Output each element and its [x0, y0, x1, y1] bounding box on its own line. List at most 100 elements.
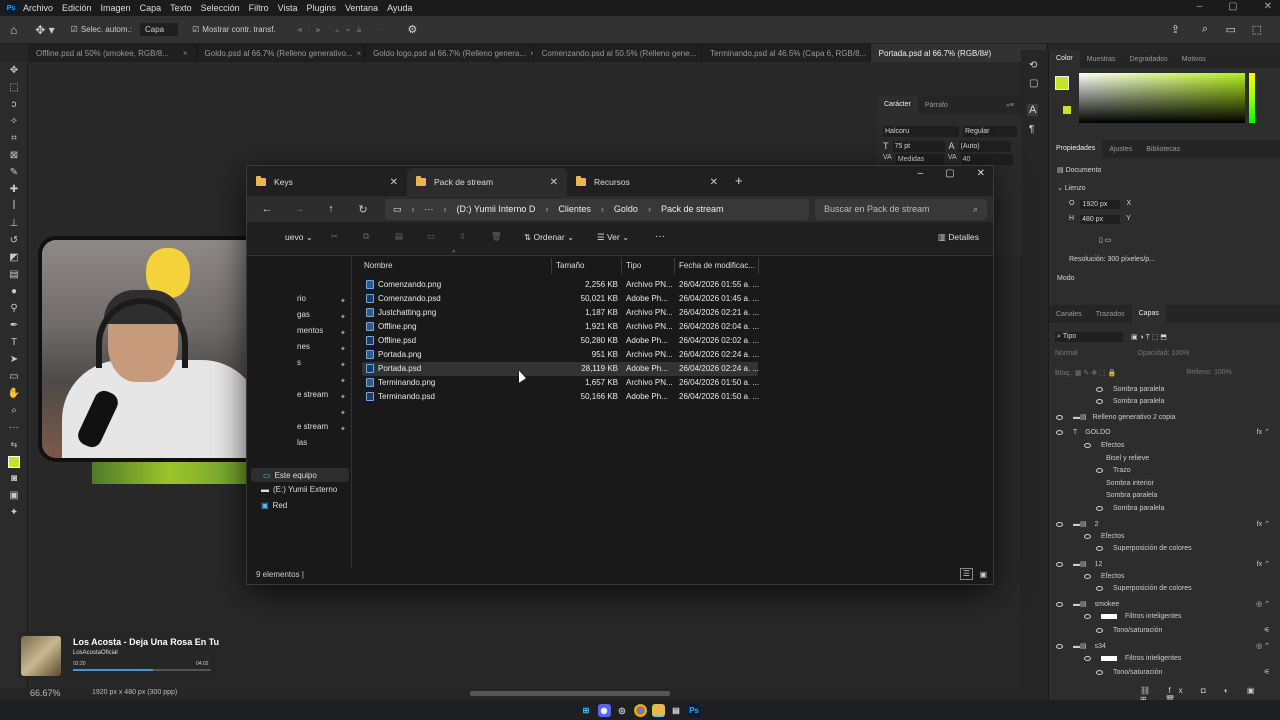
tab-adjustments[interactable]: Ajustes — [1102, 146, 1139, 153]
zoom-tool-icon[interactable]: ⌕ — [0, 402, 28, 419]
minimize-icon[interactable]: – — [1197, 1, 1203, 12]
shape-tool-icon[interactable]: ▭ — [0, 368, 28, 385]
column-header-name[interactable]: Nombre — [360, 258, 552, 274]
font-size-field[interactable]: 75 pt — [892, 141, 945, 152]
layer-effect-row[interactable]: Efectos — [1084, 533, 1124, 540]
tracking-field[interactable]: 40 — [960, 154, 1013, 165]
align-icons[interactable]: ⫷⫶⫸ ⫠⫟⫡ ⋯ — [298, 25, 390, 35]
nav-item[interactable]: mentos — [297, 326, 323, 335]
fill-field[interactable]: 100% — [1214, 369, 1232, 376]
eye-icon[interactable] — [1096, 387, 1103, 392]
more-icon[interactable]: ··· — [425, 204, 434, 214]
breadcrumb-item[interactable]: Goldo — [614, 204, 638, 214]
view-button[interactable]: ☰ Ver ⌄ — [597, 232, 629, 243]
explorer-tab-active[interactable]: Pack de stream ✕ — [407, 168, 567, 196]
layer-effect-row[interactable]: Sombra paralela — [1096, 398, 1164, 405]
path-select-icon[interactable]: ➤ — [0, 351, 28, 368]
eye-icon[interactable] — [1084, 443, 1091, 448]
close-icon[interactable]: × — [179, 49, 188, 58]
layer-select[interactable]: Capa — [139, 23, 179, 36]
tab-libraries[interactable]: Bibliotecas — [1139, 146, 1187, 153]
layer-effect-row[interactable]: Tono/saturación ⚟ — [1096, 626, 1270, 634]
filter-icons[interactable]: ▣ ◑ T ⬚ ⬒ — [1131, 333, 1167, 341]
details-view-icon[interactable]: ☰ — [959, 568, 973, 580]
eye-icon[interactable] — [1084, 534, 1091, 539]
layer-row[interactable]: ▬▤ Relleno generativo 2 copia — [1056, 413, 1176, 421]
stamp-tool-icon[interactable]: ⊥ — [0, 215, 28, 232]
close-icon[interactable]: × — [526, 49, 533, 58]
more-options-button[interactable]: ··· — [655, 231, 665, 242]
minimize-icon[interactable]: – — [918, 168, 924, 179]
tab-paths[interactable]: Trazados — [1089, 311, 1132, 318]
breadcrumb-item[interactable]: (D:) Yumii Interno D — [457, 204, 536, 214]
cut-icon[interactable]: ✂ — [331, 231, 338, 242]
refresh-icon[interactable]: ↻ — [347, 203, 379, 216]
width-field[interactable]: 1920 px — [1080, 200, 1121, 209]
tab-paragraph[interactable]: Párrafo — [918, 102, 955, 109]
layer-effect-row[interactable]: Sombra paralela — [1106, 492, 1157, 499]
chrome-icon[interactable] — [633, 703, 647, 717]
menu-filtro[interactable]: Filtro — [249, 3, 269, 13]
hand-tool-icon[interactable]: ✋ — [0, 385, 28, 402]
lasso-tool-icon[interactable]: ↄ — [0, 96, 28, 113]
layer-effect-row[interactable]: Sombra interior — [1106, 480, 1154, 487]
leading-field[interactable]: (Auto) — [958, 141, 1011, 152]
horizontal-scrollbar[interactable] — [470, 691, 670, 696]
doc-tab[interactable]: Offline.psd al 50% (smokee, RGB/8... × — [28, 44, 197, 62]
forward-icon[interactable]: → — [283, 203, 315, 215]
font-family-select[interactable]: Halcoru — [883, 126, 959, 137]
layer-row[interactable]: ▬▤ 2 fx ⌃ — [1056, 520, 1270, 528]
generative-icon[interactable]: ✦ — [0, 504, 28, 521]
nav-item[interactable]: e stream — [297, 390, 328, 399]
layer-effect-row[interactable]: Superposición de colores — [1096, 585, 1192, 592]
kerning-field[interactable]: Medidas — [895, 154, 944, 165]
tab-gradients[interactable]: Degradados — [1123, 56, 1175, 63]
tab-layers[interactable]: Capas — [1131, 305, 1166, 323]
layer-effect-row[interactable]: Superposición de colores — [1096, 545, 1192, 552]
menu-texto[interactable]: Texto — [170, 3, 192, 13]
up-icon[interactable]: ↑ — [315, 203, 347, 215]
windows-start-icon[interactable]: ⊞ — [580, 704, 593, 717]
share-icon[interactable]: ⇪ — [1171, 23, 1180, 36]
close-icon[interactable]: ✕ — [1264, 1, 1272, 12]
blend-mode-select[interactable]: Normal — [1055, 350, 1078, 357]
tab-swatches[interactable]: Muestras — [1080, 56, 1123, 63]
layer-row[interactable]: ▬▤ 12 fx ⌃ — [1056, 560, 1270, 568]
menu-seleccion[interactable]: Selección — [201, 3, 240, 13]
menu-archivo[interactable]: Archivo — [23, 3, 53, 13]
layer-row[interactable]: ▬▤ smokee ◎ ⌃ — [1056, 600, 1270, 608]
fg-color-swatch[interactable] — [1055, 76, 1069, 90]
paste-icon[interactable]: ▤ — [395, 231, 403, 242]
swap-colors-icon[interactable]: ⇆ — [0, 436, 28, 453]
layer-row[interactable]: T GOLDO fx ⌃ — [1056, 428, 1270, 436]
tab-color[interactable]: Color — [1049, 50, 1080, 68]
eye-icon[interactable] — [1096, 468, 1103, 473]
nav-item[interactable]: s — [297, 358, 301, 367]
menu-vista[interactable]: Vista — [278, 3, 298, 13]
eraser-tool-icon[interactable]: ◩ — [0, 249, 28, 266]
layer-row[interactable]: ▬▤ s34 ◎ ⌃ — [1056, 642, 1270, 650]
nav-item-drive-e[interactable]: ▬ (E:) Yumii Externo — [261, 485, 337, 494]
workspace-icon[interactable]: ▭ — [1226, 23, 1236, 36]
file-row[interactable]: Terminando.png 1,657 KB Archivo PN... 26/04… — [362, 376, 759, 390]
dodge-tool-icon[interactable]: ⚲ — [0, 300, 28, 317]
delete-icon[interactable]: 🗑 — [491, 231, 502, 242]
photoshop-logo-icon[interactable]: Ps — [5, 2, 17, 14]
close-icon[interactable]: ✕ — [710, 177, 718, 188]
eye-icon[interactable] — [1096, 546, 1103, 551]
eye-icon[interactable] — [1096, 399, 1103, 404]
maximize-icon[interactable]: ▢ — [945, 168, 954, 179]
tab-channels[interactable]: Canales — [1049, 311, 1089, 318]
gradient-tool-icon[interactable]: ▤ — [0, 266, 28, 283]
layer-effect-row[interactable]: Efectos — [1084, 573, 1124, 580]
tab-character[interactable]: Carácter — [877, 96, 918, 114]
home-icon[interactable]: ⌂ — [10, 23, 17, 37]
pen-tool-icon[interactable]: ✒ — [0, 317, 28, 334]
file-row[interactable]: Portada.png 951 KB Archivo PN... 26/04/2026… — [362, 348, 759, 362]
copy-icon[interactable]: ⧉ — [363, 231, 369, 242]
zoom-level[interactable]: 66.67% — [30, 688, 61, 698]
maximize-icon[interactable]: ▢ — [1228, 1, 1237, 12]
discord-icon[interactable]: ◉ — [597, 703, 611, 717]
character-icon[interactable]: A — [1027, 104, 1039, 116]
quick-mask-icon[interactable]: ◙ — [0, 470, 28, 487]
